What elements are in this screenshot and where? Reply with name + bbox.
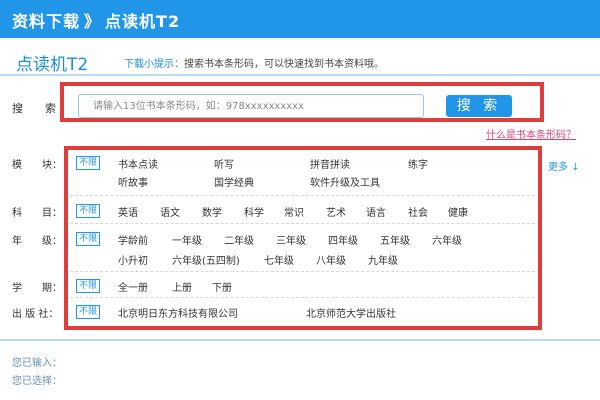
- filter-label-grade: 年 级：: [12, 236, 62, 247]
- entered-summary: 您已输入：: [12, 358, 62, 369]
- breadcrumb-current: 点读机T2: [105, 12, 181, 31]
- filter-highlight-box: [64, 146, 542, 330]
- module-more-button[interactable]: 更多 ↓: [548, 158, 580, 173]
- page-title: 点读机T2: [16, 55, 89, 75]
- breadcrumb: 资料下载》点读机T2: [12, 8, 180, 32]
- filter-label-subject: 科 目：: [12, 208, 62, 219]
- download-tip: 下载小提示：搜索书本条形码，可以快速找到书本资料哦。: [124, 55, 384, 70]
- tip-text: 搜索书本条形码，可以快速找到书本资料哦。: [184, 59, 384, 70]
- filter-label-publisher: 出 版 社：: [12, 309, 59, 320]
- selected-summary: 您已选择：: [12, 376, 62, 387]
- breadcrumb-separator: 》: [84, 12, 102, 31]
- title-divider: [0, 74, 600, 76]
- header-bar: 资料下载》点读机T2: [0, 0, 600, 38]
- breadcrumb-root[interactable]: 资料下载: [12, 12, 80, 31]
- search-highlight-box: [60, 82, 544, 122]
- filter-label-module: 模 块：: [12, 160, 62, 171]
- barcode-help-link[interactable]: 什么是书本条形码？: [486, 126, 576, 141]
- filter-label-term: 学 期：: [12, 283, 62, 294]
- tip-label: 下载小提示：: [124, 59, 184, 70]
- footer-divider: [0, 339, 600, 341]
